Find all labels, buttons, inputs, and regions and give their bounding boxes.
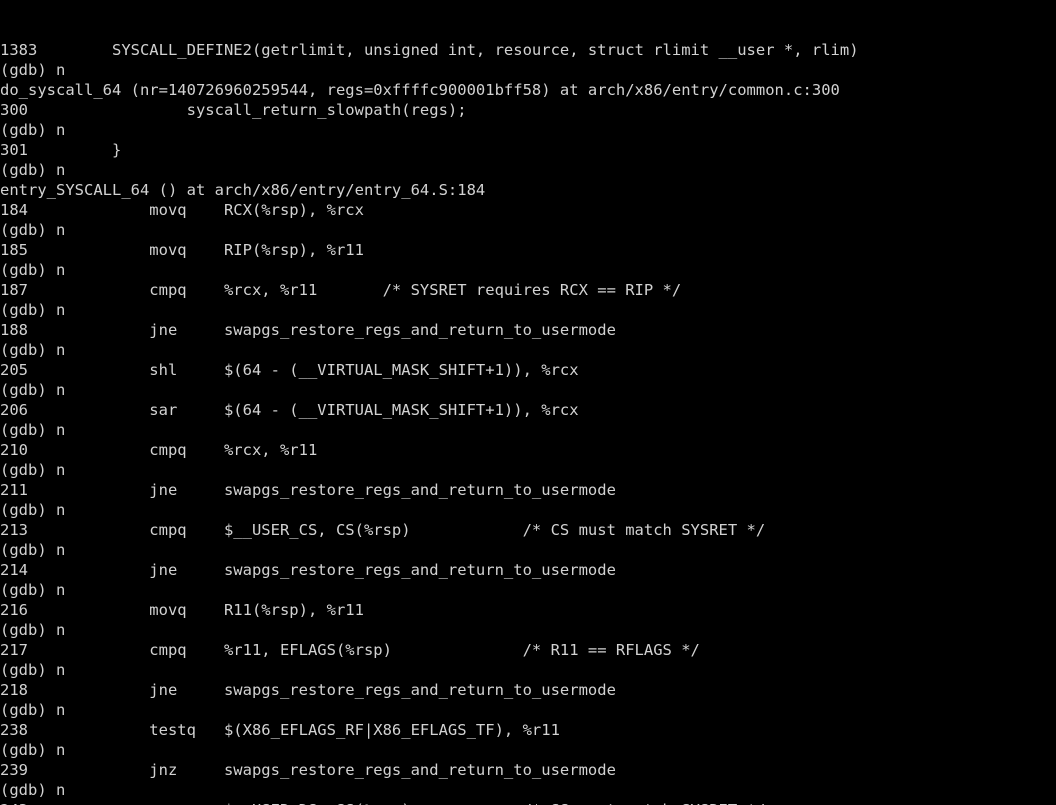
terminal-line: 214 jne swapgs_restore_regs_and_return_t… [0, 561, 616, 579]
terminal-line: (gdb) n [0, 621, 66, 639]
terminal-line: (gdb) n [0, 421, 66, 439]
terminal-line: 185 movq RIP(%rsp), %r11 [0, 241, 364, 259]
terminal-line: 211 jne swapgs_restore_regs_and_return_t… [0, 481, 616, 499]
terminal-line: 187 cmpq %rcx, %r11 /* SYSRET requires R… [0, 281, 682, 299]
terminal-line: (gdb) n [0, 121, 66, 139]
terminal-line: (gdb) n [0, 341, 66, 359]
terminal-line: (gdb) n [0, 381, 66, 399]
terminal-line: 218 jne swapgs_restore_regs_and_return_t… [0, 681, 616, 699]
terminal-line: (gdb) n [0, 741, 66, 759]
terminal-line: (gdb) n [0, 501, 66, 519]
terminal-line: 239 jnz swapgs_restore_regs_and_return_t… [0, 761, 616, 779]
terminal-line: (gdb) n [0, 581, 66, 599]
terminal-line: entry_SYSCALL_64 () at arch/x86/entry/en… [0, 181, 486, 199]
terminal-line: (gdb) n [0, 261, 66, 279]
terminal-output: 1383 SYSCALL_DEFINE2(getrlimit, unsigned… [0, 40, 1056, 805]
terminal-line: (gdb) n [0, 461, 66, 479]
terminal-screen[interactable]: 1383 SYSCALL_DEFINE2(getrlimit, unsigned… [0, 0, 1056, 805]
terminal-line: (gdb) n [0, 781, 66, 799]
terminal-line: (gdb) n [0, 221, 66, 239]
terminal-line: do_syscall_64 (nr=140726960259544, regs=… [0, 81, 840, 99]
terminal-line: 210 cmpq %rcx, %r11 [0, 441, 318, 459]
terminal-line: (gdb) n [0, 541, 66, 559]
terminal-line: 300 syscall_return_slowpath(regs); [0, 101, 467, 119]
terminal-line: (gdb) n [0, 161, 66, 179]
terminal-line: (gdb) n [0, 701, 66, 719]
terminal-line: 216 movq R11(%rsp), %r11 [0, 601, 364, 619]
terminal-line: 188 jne swapgs_restore_regs_and_return_t… [0, 321, 616, 339]
terminal-line: 206 sar $(64 - (__VIRTUAL_MASK_SHIFT+1))… [0, 401, 579, 419]
terminal-line: (gdb) n [0, 301, 66, 319]
terminal-line: 238 testq $(X86_EFLAGS_RF|X86_EFLAGS_TF)… [0, 721, 560, 739]
terminal-line: 243 cmpq $__USER_DS, SS(%rsp) /* SS must… [0, 800, 1056, 805]
terminal-line: (gdb) n [0, 61, 66, 79]
terminal-line: 184 movq RCX(%rsp), %rcx [0, 201, 364, 219]
terminal-line: (gdb) n [0, 661, 66, 679]
terminal-line: 301 } [0, 141, 122, 159]
terminal-line: 1383 SYSCALL_DEFINE2(getrlimit, unsigned… [0, 41, 859, 59]
terminal-line: 205 shl $(64 - (__VIRTUAL_MASK_SHIFT+1))… [0, 361, 579, 379]
terminal-line: 213 cmpq $__USER_CS, CS(%rsp) /* CS must… [0, 521, 766, 539]
terminal-line: 217 cmpq %r11, EFLAGS(%rsp) /* R11 == RF… [0, 641, 700, 659]
